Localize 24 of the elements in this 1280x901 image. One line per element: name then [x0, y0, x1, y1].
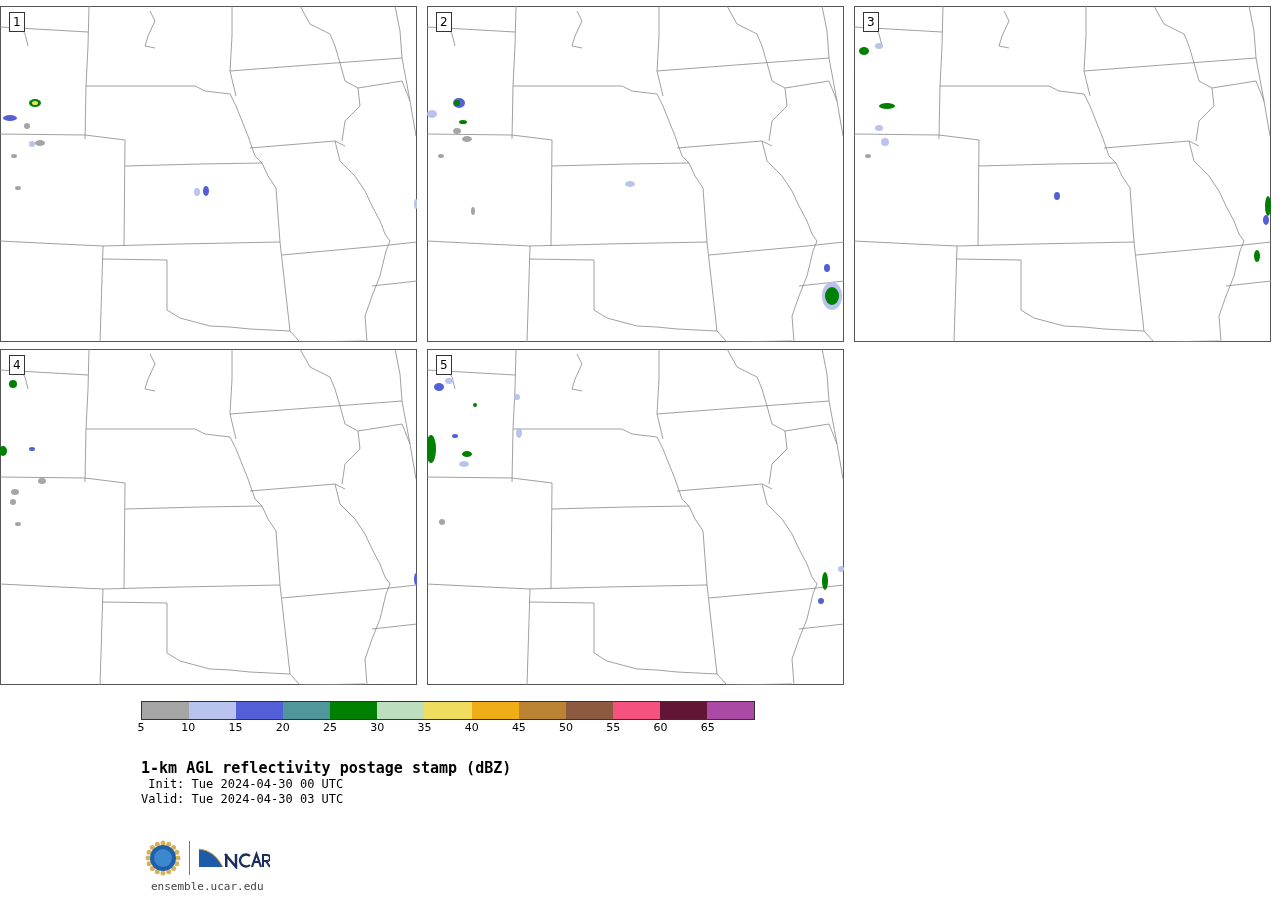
valid-time: Valid: Tue 2024-04-30 03 UTC [141, 792, 345, 807]
panel-label: 2 [436, 12, 452, 32]
chart-title: 1-km AGL reflectivity postage stamp (dBZ) [141, 759, 513, 777]
tick-label: 15 [228, 722, 243, 734]
tick-label: 55 [606, 722, 621, 734]
tick-label: 10 [181, 722, 196, 734]
tick-label: 25 [322, 722, 337, 734]
tick-label: 60 [653, 722, 668, 734]
tick-label: 50 [559, 722, 574, 734]
tick-label: 5 [137, 722, 145, 734]
tick-label: 30 [370, 722, 385, 734]
tick-label: 45 [511, 722, 526, 734]
nsf-logo-icon [145, 840, 181, 876]
tick-label: 65 [700, 722, 715, 734]
tick-label: 20 [275, 722, 290, 734]
panel-label: 4 [9, 355, 25, 375]
tick-label: 35 [417, 722, 432, 734]
tick-label: 40 [464, 722, 479, 734]
init-time: Init: Tue 2024-04-30 00 UTC [147, 777, 345, 792]
panel-label: 3 [863, 12, 879, 32]
website-url: ensemble.ucar.edu [151, 880, 265, 893]
panel-label: 5 [436, 355, 452, 375]
panel-label: 1 [9, 12, 25, 32]
ncar-logo-icon [198, 847, 270, 869]
